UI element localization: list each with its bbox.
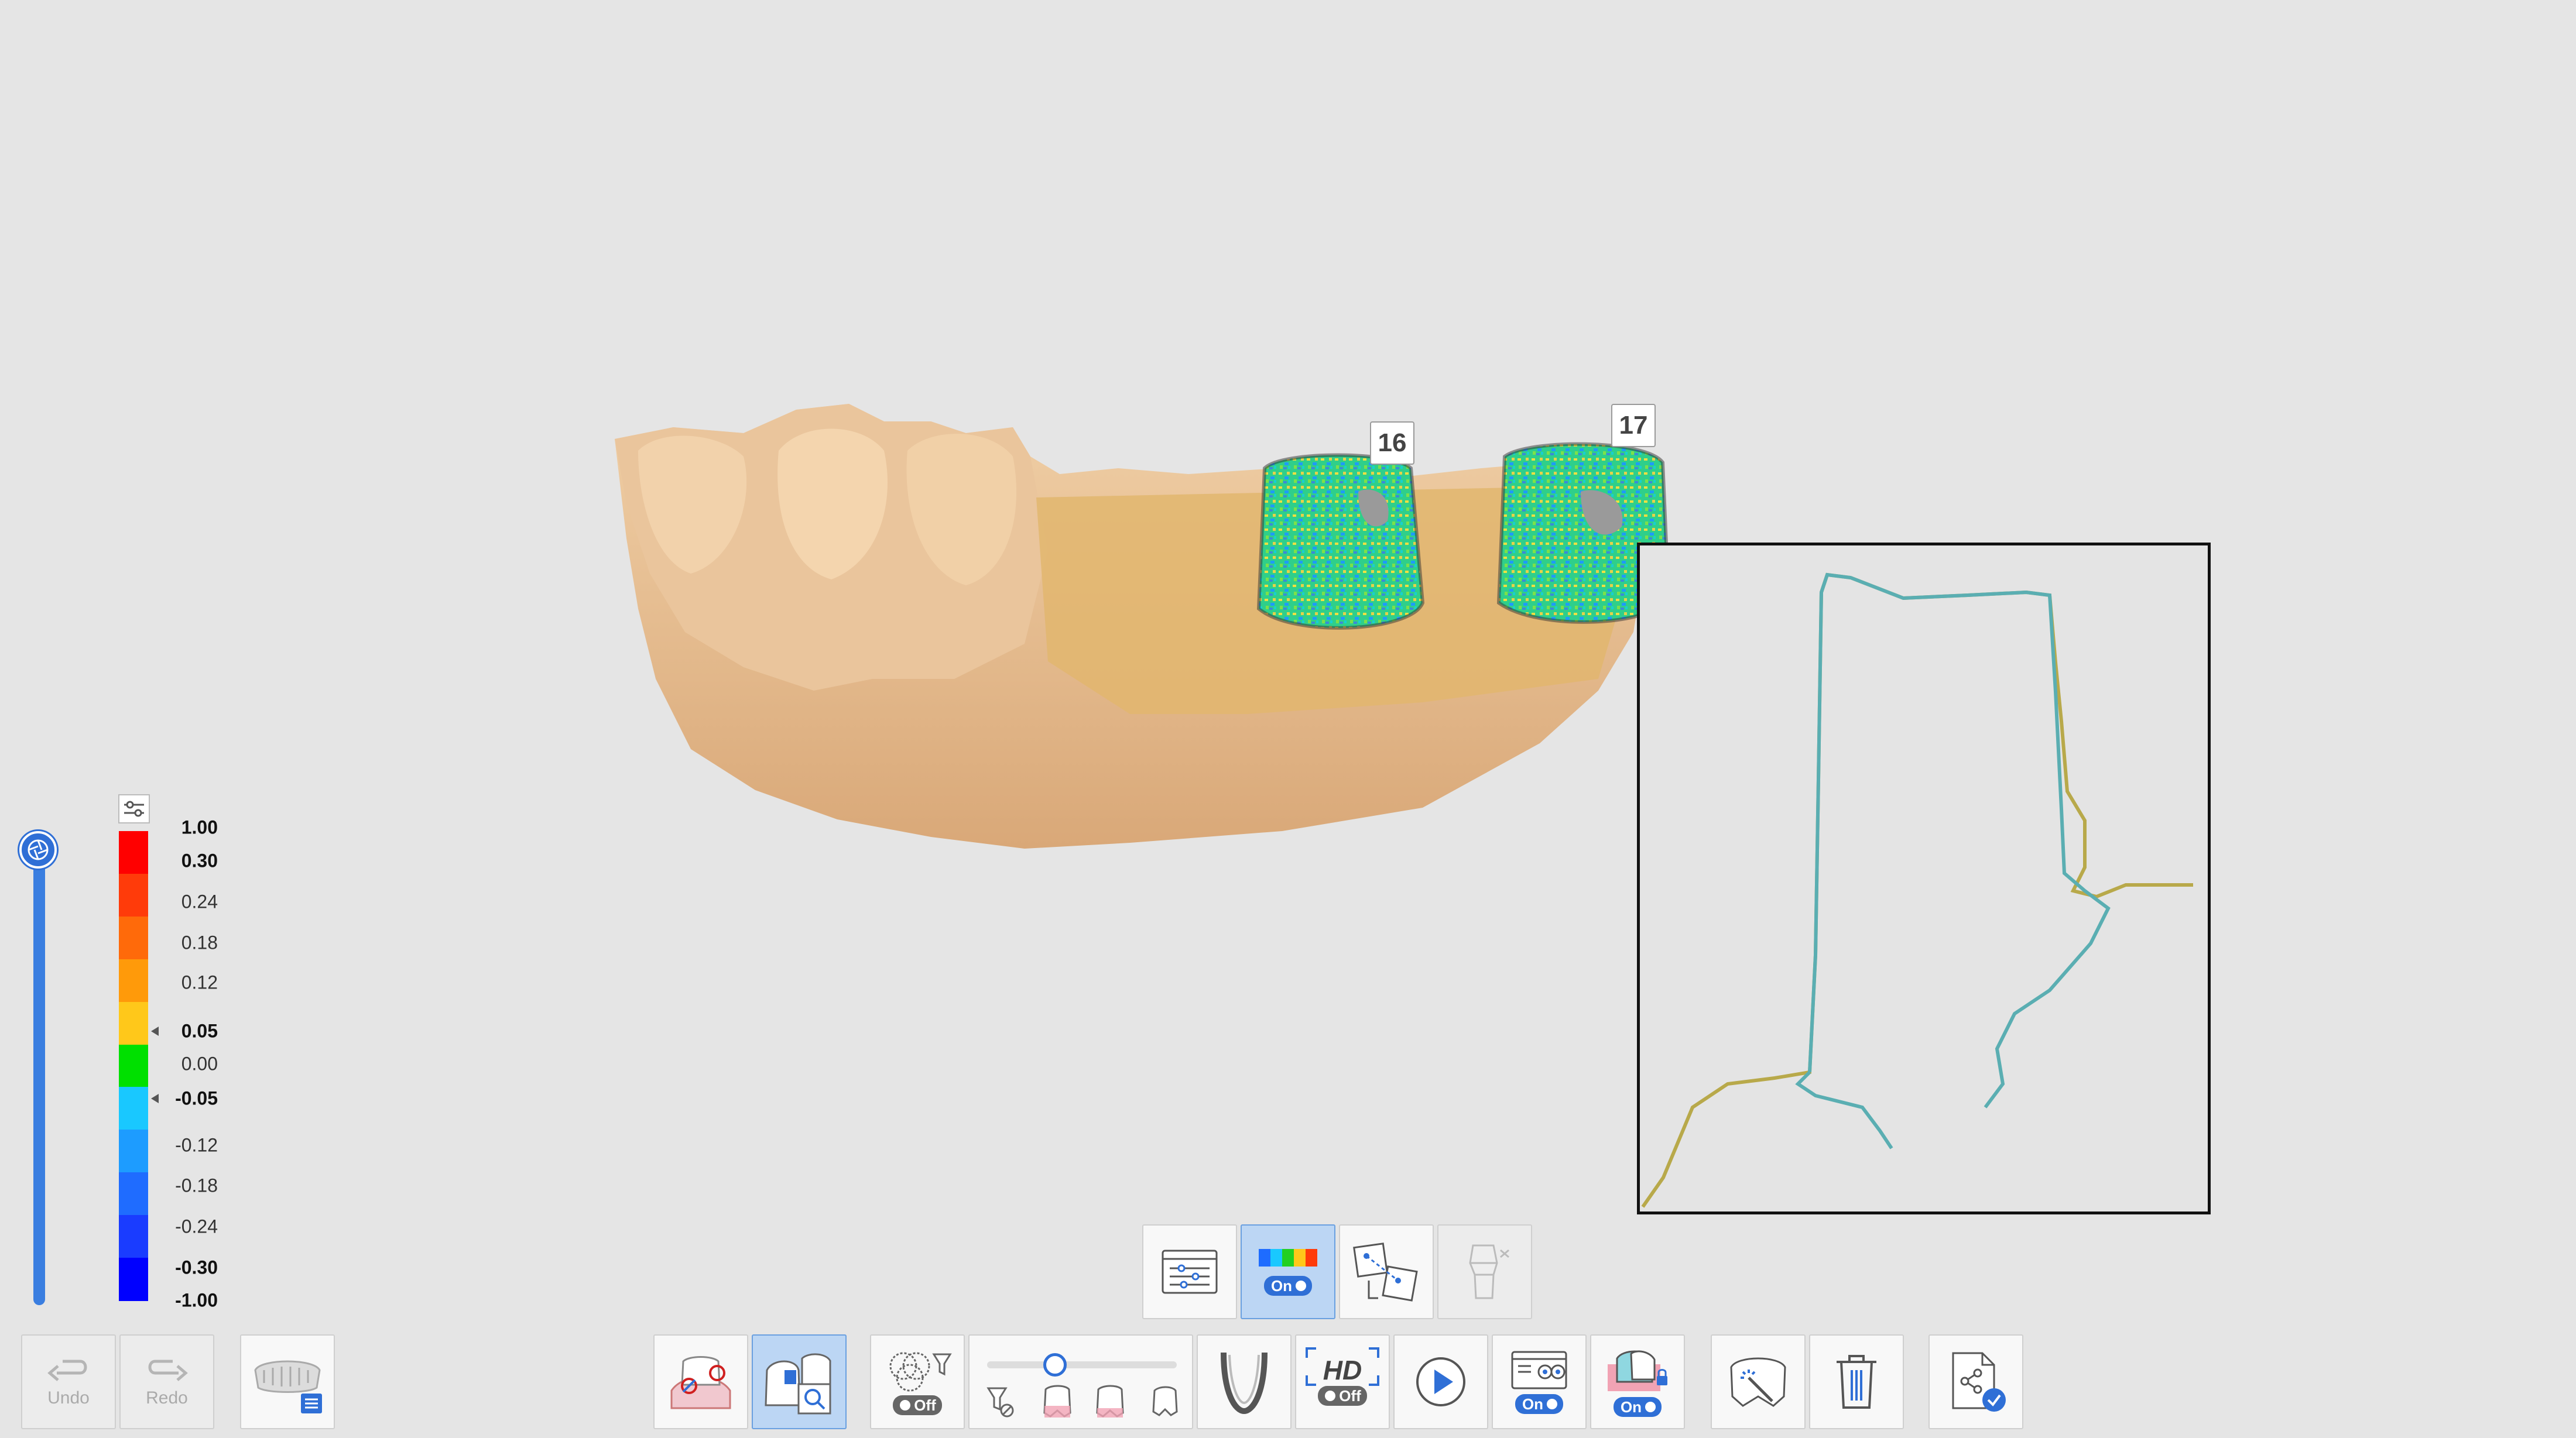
color-scale-label: -0.12 xyxy=(175,1134,218,1156)
tooth-inspect-icon xyxy=(765,1353,831,1415)
deviation-toggle[interactable]: On xyxy=(1263,1276,1313,1296)
redo-icon xyxy=(148,1360,188,1381)
cross-section-view[interactable] xyxy=(1637,543,2211,1214)
color-scale-label: 0.24 xyxy=(181,891,218,912)
trash-icon xyxy=(1837,1355,1876,1409)
color-scale-segment xyxy=(119,916,148,960)
undo-button[interactable]: Undo xyxy=(21,1334,116,1429)
filter-toggle[interactable]: Off xyxy=(893,1395,942,1415)
viewer-mode-toggle[interactable]: On xyxy=(1515,1394,1564,1414)
color-map-icon xyxy=(1259,1249,1317,1267)
color-scale-segment xyxy=(119,1130,148,1173)
color-scale-segment xyxy=(119,1172,148,1216)
hd-button[interactable]: HD Off xyxy=(1295,1334,1390,1429)
tooth-lock-icon xyxy=(1608,1350,1667,1391)
auto-trim-button[interactable] xyxy=(1711,1334,1806,1429)
tolerance-marker-icon[interactable] xyxy=(151,1027,159,1036)
color-scale-segment xyxy=(119,1001,148,1045)
color-scale-segment xyxy=(119,873,148,917)
arch-button[interactable] xyxy=(1197,1334,1292,1429)
model-list-button[interactable] xyxy=(240,1334,335,1429)
redo-button[interactable]: Redo xyxy=(119,1334,214,1429)
hd-toggle[interactable]: Off xyxy=(1318,1386,1367,1406)
align-points-button[interactable] xyxy=(1339,1224,1434,1319)
filter-level-panel xyxy=(968,1334,1193,1429)
analysis-settings-button[interactable] xyxy=(1142,1224,1237,1319)
color-scale-label: -0.30 xyxy=(175,1257,218,1278)
filter-venn-icon xyxy=(889,1352,952,1392)
dental-arch-list-icon xyxy=(254,1360,322,1413)
filter-level-track[interactable] xyxy=(987,1361,1177,1368)
lock-data-button[interactable]: On xyxy=(1590,1334,1685,1429)
margin-line-button[interactable] xyxy=(653,1334,748,1429)
filter-level-icons xyxy=(986,1385,1178,1418)
brightness-slider-track[interactable] xyxy=(33,849,45,1305)
viewer-window-icon xyxy=(1511,1351,1567,1389)
undo-icon xyxy=(47,1360,87,1381)
dental-model-3d[interactable] xyxy=(603,386,1797,860)
color-scale-label: 0.00 xyxy=(181,1053,218,1075)
settings-panel-icon xyxy=(1162,1250,1218,1294)
color-scale-label: 0.30 xyxy=(181,850,218,871)
tolerance-marker-icon[interactable] xyxy=(151,1094,159,1103)
brightness-slider-handle[interactable] xyxy=(19,831,57,869)
inspect-cross-section-button[interactable] xyxy=(752,1334,847,1429)
filter-button[interactable]: Off xyxy=(870,1334,965,1429)
color-scale-segment xyxy=(119,1087,148,1131)
play-button[interactable] xyxy=(1393,1334,1488,1429)
color-scale-segment xyxy=(119,1044,148,1088)
sliders-icon xyxy=(124,801,144,817)
filter-level-handle[interactable] xyxy=(1043,1353,1067,1377)
redo-label: Redo xyxy=(146,1388,188,1408)
color-scale-label: -0.24 xyxy=(175,1216,218,1237)
color-scale-segment xyxy=(119,831,148,874)
abutment-button[interactable] xyxy=(1437,1224,1532,1319)
color-scale-label: 1.00 xyxy=(181,816,218,838)
color-scale-settings-button[interactable] xyxy=(118,794,150,823)
aperture-icon xyxy=(28,839,49,860)
point-align-icon xyxy=(1353,1243,1418,1302)
color-scale-label: -1.00 xyxy=(175,1289,218,1311)
color-scale-segment xyxy=(119,1215,148,1259)
color-scale-segment xyxy=(119,959,148,1003)
delete-button[interactable] xyxy=(1809,1334,1904,1429)
play-icon xyxy=(1416,1357,1465,1406)
lock-data-toggle[interactable]: On xyxy=(1613,1397,1662,1417)
share-file-icon xyxy=(1952,1352,2006,1412)
cross-section-curves xyxy=(1641,572,2193,1208)
color-scale-label: 0.12 xyxy=(181,972,218,993)
dental-arch-icon xyxy=(1221,1352,1268,1415)
abutment-icon xyxy=(1469,1244,1509,1299)
color-scale-segment xyxy=(119,1258,148,1301)
tooth-tag-17[interactable]: 17 xyxy=(1611,404,1656,447)
color-scale-label: -0.05 xyxy=(175,1087,218,1109)
color-scale-label: 0.05 xyxy=(181,1020,218,1042)
magic-wand-tooth-icon xyxy=(1730,1357,1786,1407)
color-scale-label: -0.18 xyxy=(175,1175,218,1196)
hd-frame-icon xyxy=(1306,1347,1379,1386)
export-button[interactable] xyxy=(1928,1334,2023,1429)
margin-tooth-icon xyxy=(670,1356,731,1409)
tooth-tag-16[interactable]: 16 xyxy=(1370,421,1414,465)
undo-label: Undo xyxy=(47,1388,90,1408)
viewer-mode-button[interactable]: On xyxy=(1492,1334,1587,1429)
deviation-map-button[interactable]: On xyxy=(1241,1224,1335,1319)
color-scale-label: 0.18 xyxy=(181,932,218,953)
